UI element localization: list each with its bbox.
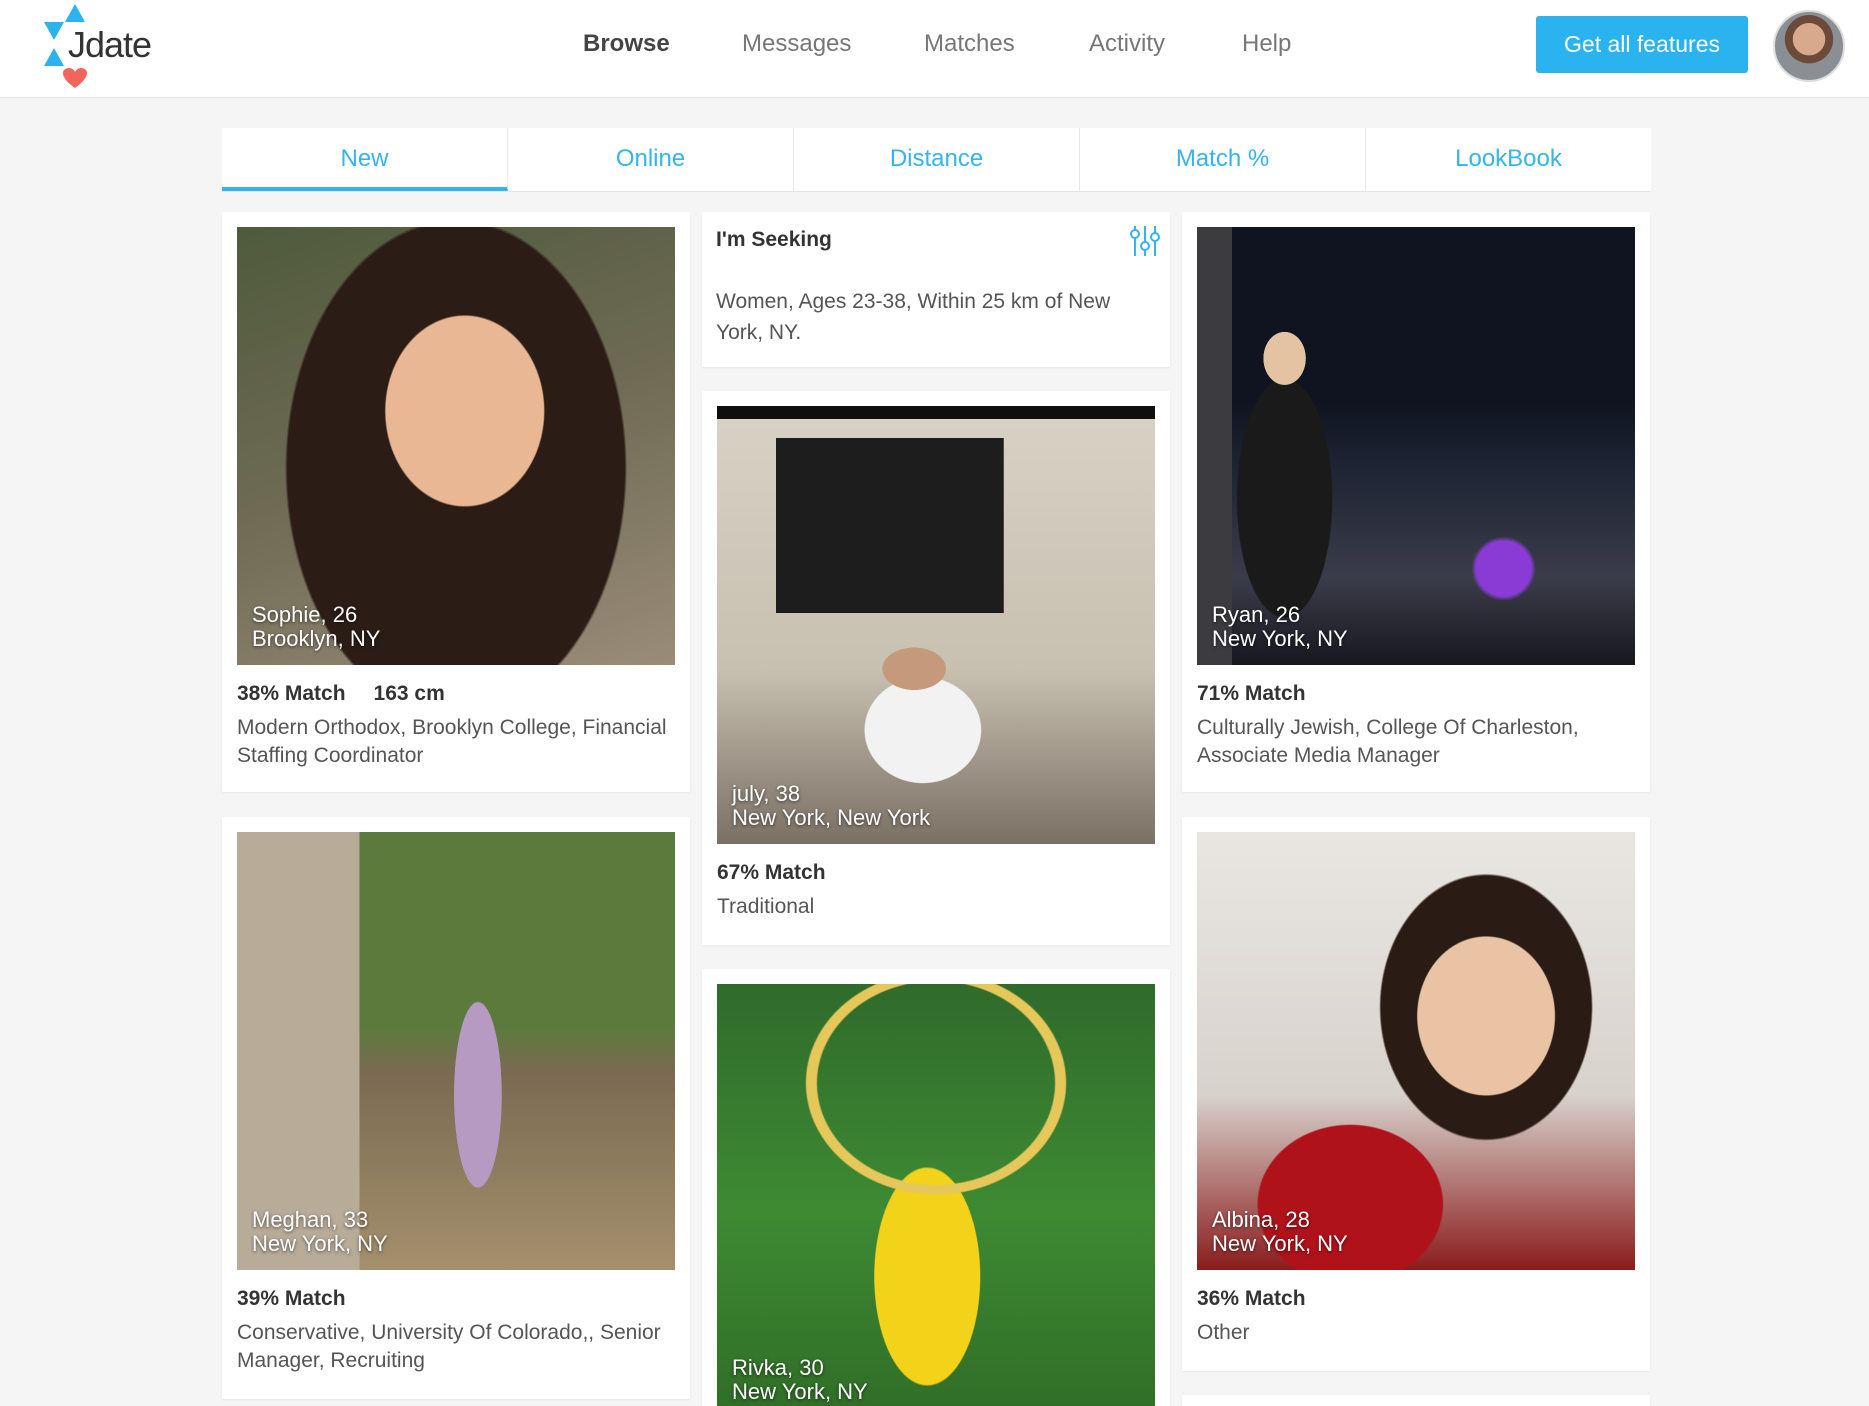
seeking-title: I'm Seeking [716, 228, 832, 251]
profile-description: Traditional [717, 895, 815, 918]
profile-photo[interactable]: Meghan, 33 New York, NY [237, 832, 675, 1270]
profile-location: New York, NY [252, 1231, 388, 1256]
match-percent: 36% Match [1197, 1287, 1306, 1310]
seeking-card[interactable]: I'm Seeking Women, Ages 23-38, Within 25… [702, 212, 1170, 367]
profile-description: Conservative, University Of Colorado,, S… [237, 1321, 661, 1372]
profile-photo[interactable]: july, 38 New York, New York [717, 406, 1155, 844]
browse-tabs: New Online Distance Match % LookBook [222, 128, 1651, 192]
match-line: 38% Match 163 cm [237, 682, 473, 706]
match-percent: 38% Match [237, 682, 346, 705]
profile-location: New York, New York [732, 805, 931, 830]
profile-photo[interactable]: Rivka, 30 New York, NY [717, 984, 1155, 1406]
nav-help[interactable]: Help [1242, 30, 1291, 58]
match-line: 67% Match [717, 861, 854, 885]
profile-height: 163 cm [373, 682, 445, 705]
profile-description: Other [1197, 1321, 1250, 1344]
profile-name-age: Meghan, 33 [252, 1207, 369, 1232]
match-line: 39% Match [237, 1287, 374, 1311]
profile-card-partial[interactable] [1182, 1395, 1650, 1406]
photo-caption: Ryan, 26 New York, NY [1212, 603, 1348, 651]
nav-activity[interactable]: Activity [1089, 30, 1165, 58]
profile-photo[interactable]: Sophie, 26 Brooklyn, NY [237, 227, 675, 665]
photo-caption: Sophie, 26 Brooklyn, NY [252, 603, 380, 651]
profile-card-ryan[interactable]: Ryan, 26 New York, NY 71% Match Cultural… [1182, 212, 1650, 792]
profile-name-age: Sophie, 26 [252, 602, 358, 627]
match-percent: 67% Match [717, 861, 826, 884]
match-line: 36% Match [1197, 1287, 1334, 1311]
match-percent: 39% Match [237, 1287, 346, 1310]
profile-location: New York, NY [732, 1379, 868, 1404]
profile-card-july[interactable]: july, 38 New York, New York 67% Match Tr… [702, 391, 1170, 945]
profile-name-age: Rivka, 30 [732, 1355, 824, 1380]
profile-card-rivka[interactable]: Rivka, 30 New York, NY [702, 969, 1170, 1406]
profile-card-sophie[interactable]: Sophie, 26 Brooklyn, NY 38% Match 163 cm … [222, 212, 690, 792]
tab-match-percent[interactable]: Match % [1080, 128, 1366, 191]
tab-lookbook[interactable]: LookBook [1366, 128, 1651, 191]
profile-location: New York, NY [1212, 626, 1348, 651]
match-line: 71% Match [1197, 682, 1334, 706]
tab-new[interactable]: New [222, 128, 508, 191]
profile-description: Modern Orthodox, Brooklyn College, Finan… [237, 716, 667, 767]
filter-sliders-icon[interactable] [1128, 224, 1162, 258]
profile-card-albina[interactable]: Albina, 28 New York, NY 36% Match Other [1182, 817, 1650, 1371]
tab-online[interactable]: Online [508, 128, 794, 191]
tab-distance[interactable]: Distance [794, 128, 1080, 191]
profile-description: Culturally Jewish, College Of Charleston… [1197, 716, 1579, 767]
nav-browse[interactable]: Browse [583, 30, 670, 58]
match-percent: 71% Match [1197, 682, 1306, 705]
photo-caption: Meghan, 33 New York, NY [252, 1208, 388, 1256]
photo-caption: Rivka, 30 New York, NY [732, 1356, 868, 1404]
profile-name-age: Albina, 28 [1212, 1207, 1310, 1232]
top-header: Jdate Browse Messages Matches Activity H… [0, 0, 1869, 98]
profile-location: Brooklyn, NY [252, 626, 381, 651]
nav-messages[interactable]: Messages [742, 30, 851, 58]
user-avatar[interactable] [1773, 10, 1845, 82]
photo-caption: Albina, 28 New York, NY [1212, 1208, 1348, 1256]
seeking-criteria: Women, Ages 23-38, Within 25 km of New Y… [716, 290, 1111, 344]
get-all-features-button[interactable]: Get all features [1536, 16, 1748, 73]
nav-matches[interactable]: Matches [924, 30, 1015, 58]
profile-card-meghan[interactable]: Meghan, 33 New York, NY 39% Match Conser… [222, 817, 690, 1399]
profile-photo[interactable]: Ryan, 26 New York, NY [1197, 227, 1635, 665]
profile-name-age: july, 38 [732, 781, 801, 806]
profile-name-age: Ryan, 26 [1212, 602, 1301, 627]
photo-caption: july, 38 New York, New York [732, 782, 930, 830]
profile-photo[interactable]: Albina, 28 New York, NY [1197, 832, 1635, 1270]
profile-location: New York, NY [1212, 1231, 1348, 1256]
